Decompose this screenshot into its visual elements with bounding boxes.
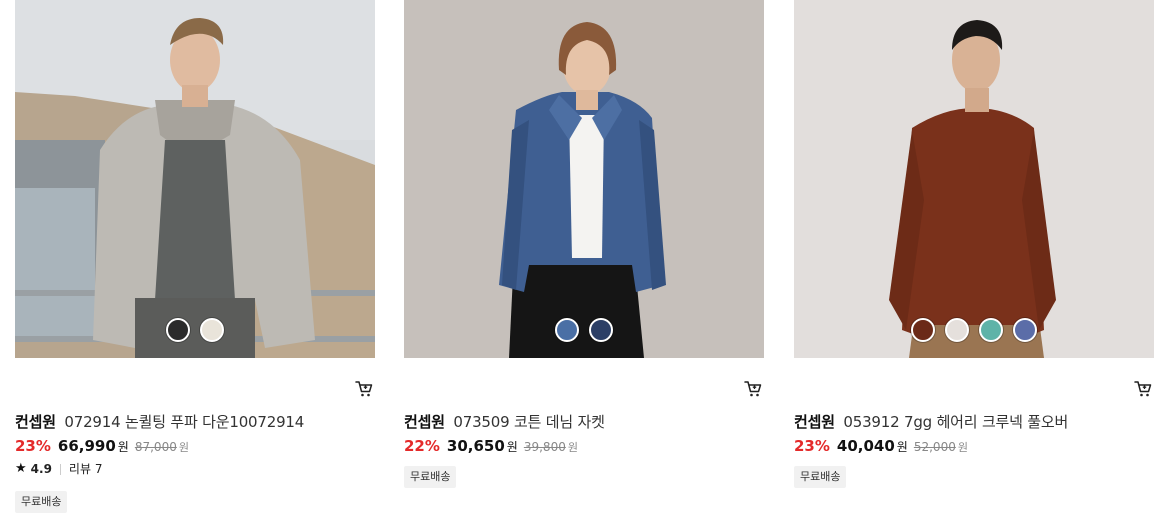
- currency: 원: [117, 440, 129, 454]
- cart-icon[interactable]: [744, 380, 762, 398]
- free-shipping-badge: 무료배송: [794, 466, 847, 488]
- product-image-denim-jacket[interactable]: [404, 0, 764, 358]
- review-summary: ★ 4.9 리뷰 7: [15, 460, 375, 478]
- sale-price: 66,990: [57, 437, 116, 455]
- product-title[interactable]: 컨셉원 073509 코튼 데님 자켓: [404, 412, 764, 432]
- product-grid: 컨셉원 072914 논퀼팅 푸파 다운10072914 23% 66,990 …: [0, 0, 1158, 513]
- original-currency: 원: [567, 441, 578, 454]
- divider: [59, 463, 61, 475]
- sale-price: 30,650: [446, 437, 505, 455]
- brand-name[interactable]: 컨셉원: [404, 413, 445, 431]
- product-title[interactable]: 컨셉원 072914 논퀼팅 푸파 다운10072914: [15, 412, 375, 432]
- discount-rate: 22%: [404, 437, 440, 455]
- product-meta: 컨셉원 073509 코튼 데님 자켓 22% 30,650 원 39,800 …: [404, 358, 764, 488]
- currency: 원: [896, 440, 908, 454]
- discount-rate: 23%: [794, 437, 830, 455]
- color-swatches: [404, 318, 764, 342]
- product-card[interactable]: 컨셉원 073509 코튼 데님 자켓 22% 30,650 원 39,800 …: [404, 0, 764, 488]
- price-row: 22% 30,650 원 39,800 원: [404, 436, 764, 458]
- product-meta: 컨셉원 053912 7gg 헤어리 크루넥 풀오버 23% 40,040 원 …: [794, 358, 1154, 488]
- product-name[interactable]: 072914 논퀼팅 푸파 다운10072914: [64, 413, 304, 431]
- product-title[interactable]: 컨셉원 053912 7gg 헤어리 크루넥 풀오버: [794, 412, 1154, 432]
- original-currency: 원: [178, 441, 189, 454]
- product-card[interactable]: 컨셉원 053912 7gg 헤어리 크루넥 풀오버 23% 40,040 원 …: [794, 0, 1154, 488]
- original-currency: 원: [957, 441, 968, 454]
- currency: 원: [506, 440, 518, 454]
- original-price: 39,800: [523, 440, 566, 454]
- color-swatch[interactable]: [166, 318, 190, 342]
- product-image-hairy-sweater[interactable]: [794, 0, 1154, 358]
- product-card[interactable]: 컨셉원 072914 논퀼팅 푸파 다운10072914 23% 66,990 …: [15, 0, 375, 513]
- review-count[interactable]: 리뷰 7: [69, 460, 103, 478]
- color-swatch[interactable]: [555, 318, 579, 342]
- star-icon: ★: [15, 461, 27, 476]
- product-name[interactable]: 073509 코튼 데님 자켓: [453, 413, 605, 431]
- product-name[interactable]: 053912 7gg 헤어리 크루넥 풀오버: [843, 413, 1068, 431]
- price-row: 23% 66,990 원 87,000 원: [15, 436, 375, 458]
- color-swatches: [15, 318, 375, 342]
- color-swatch[interactable]: [945, 318, 969, 342]
- brand-name[interactable]: 컨셉원: [15, 413, 56, 431]
- cart-icon[interactable]: [355, 380, 373, 398]
- color-swatch[interactable]: [589, 318, 613, 342]
- rating-value: 4.9: [30, 462, 52, 476]
- free-shipping-badge: 무료배송: [15, 491, 68, 513]
- original-price: 87,000: [134, 440, 177, 454]
- color-swatches: [794, 318, 1154, 342]
- color-swatch[interactable]: [200, 318, 224, 342]
- brand-name[interactable]: 컨셉원: [794, 413, 835, 431]
- original-price: 52,000: [913, 440, 956, 454]
- color-swatch[interactable]: [979, 318, 1003, 342]
- sale-price: 40,040: [836, 437, 895, 455]
- product-image-puffer-jacket[interactable]: [15, 0, 375, 358]
- price-row: 23% 40,040 원 52,000 원: [794, 436, 1154, 458]
- color-swatch[interactable]: [911, 318, 935, 342]
- free-shipping-badge: 무료배송: [404, 466, 457, 488]
- product-meta: 컨셉원 072914 논퀼팅 푸파 다운10072914 23% 66,990 …: [15, 358, 375, 513]
- discount-rate: 23%: [15, 437, 51, 455]
- cart-icon[interactable]: [1134, 380, 1152, 398]
- color-swatch[interactable]: [1013, 318, 1037, 342]
